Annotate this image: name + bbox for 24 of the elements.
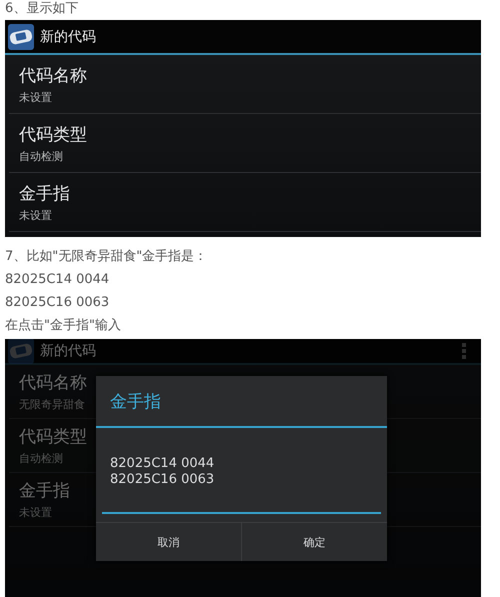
- paragraph: 在点击"金手指"输入: [5, 317, 122, 335]
- setting-summary: 自动检测: [19, 451, 63, 466]
- paragraph: 6、显示如下: [5, 0, 80, 18]
- setting-title[interactable]: 金手指: [19, 182, 70, 204]
- paragraph: 82025C14 0044: [5, 271, 110, 289]
- setting-title[interactable]: 代码类型: [19, 425, 87, 448]
- setting-title[interactable]: 代码名称: [19, 371, 87, 394]
- setting-title[interactable]: 代码类型: [19, 122, 87, 146]
- setting-summary: 无限奇异甜食: [19, 397, 85, 412]
- gamepad-icon: [7, 22, 35, 50]
- setting-summary: 未设置: [19, 208, 52, 222]
- setting-title[interactable]: 金手指: [19, 479, 70, 502]
- app-title: 新的代码: [40, 28, 97, 46]
- setting-title[interactable]: 代码名称: [19, 64, 87, 86]
- dialog-button[interactable]: 取消: [96, 523, 241, 561]
- setting-summary: 自动检测: [19, 148, 63, 164]
- setting-summary: 未设置: [19, 90, 52, 104]
- paragraph: 82025C16 0063: [5, 294, 110, 312]
- setting-summary: 未设置: [19, 505, 52, 520]
- paragraph: 7、比如"无限奇异甜食"金手指是：: [5, 248, 208, 266]
- dialog-title: 金手指: [96, 376, 387, 428]
- app-title: 新的代码: [40, 342, 97, 360]
- dialog-button[interactable]: 确定: [241, 523, 387, 561]
- overflow-menu-icon[interactable]: [461, 342, 467, 360]
